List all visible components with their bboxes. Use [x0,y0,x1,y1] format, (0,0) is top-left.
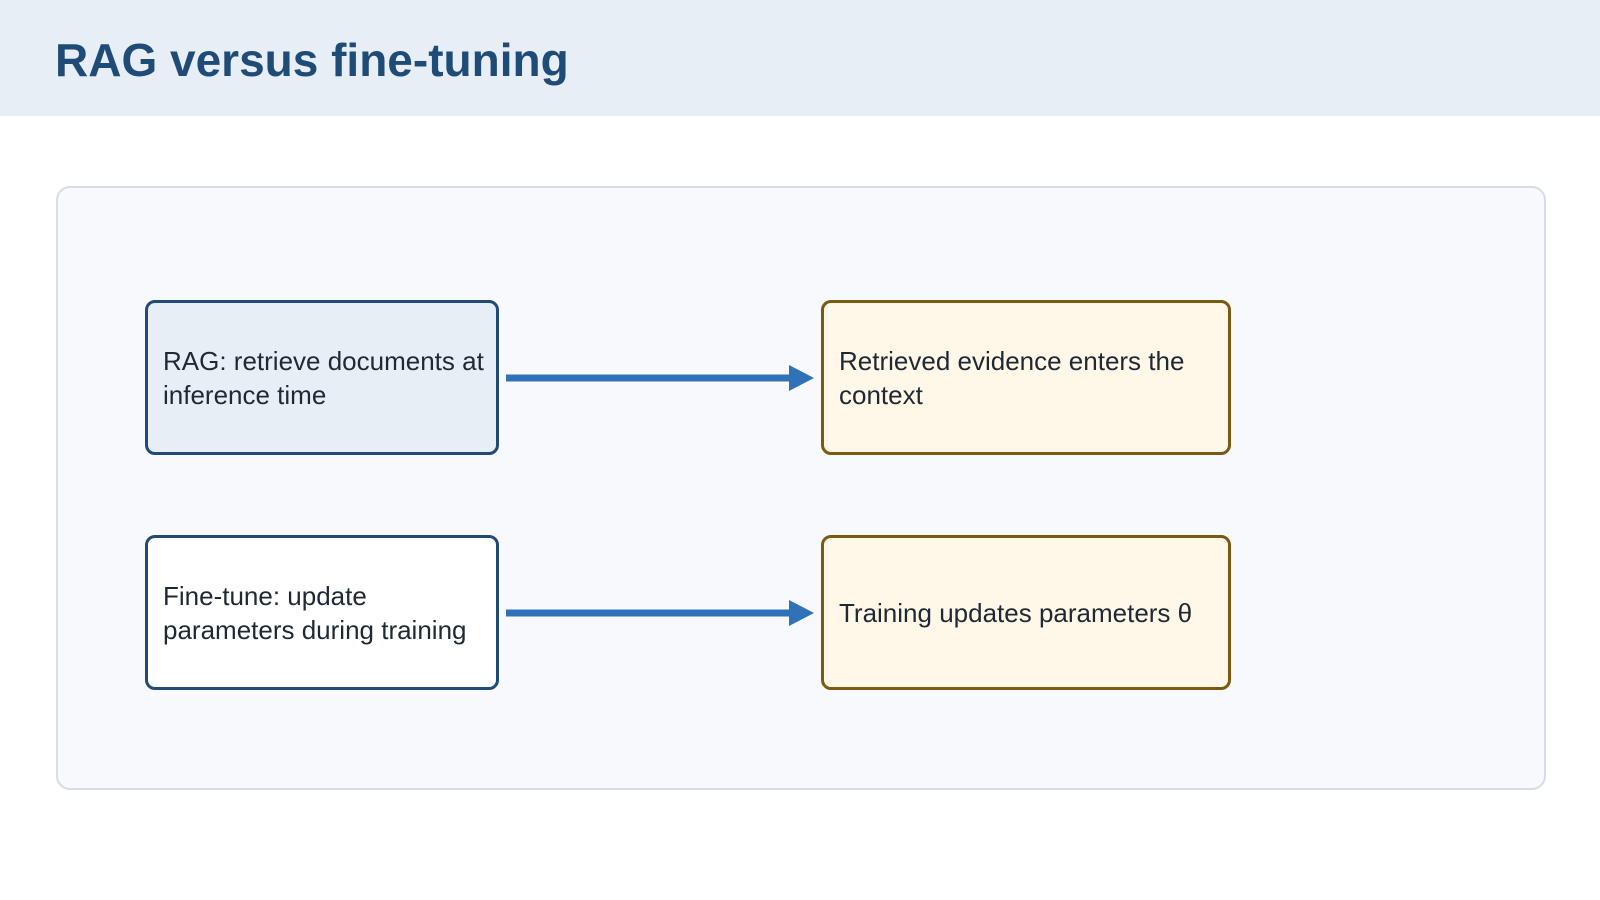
rag-node-label: RAG: retrieve documents at inference tim… [163,345,484,410]
retrieved-evidence-node-label: Retrieved evidence enters the context [839,345,1185,410]
training-updates-node: Training updates parameters θ [821,535,1231,690]
fine-tune-node: Fine-tune: update parameters during trai… [145,535,499,690]
title-bar: RAG versus fine-tuning [0,0,1600,116]
slide-page: RAG versus fine-tuning RAG: retrieve doc… [0,0,1600,900]
retrieved-evidence-node: Retrieved evidence enters the context [821,300,1231,455]
diagram-panel [56,186,1546,790]
page-title: RAG versus fine-tuning [55,34,569,86]
training-updates-node-label: Training updates parameters θ [839,597,1193,628]
rag-node: RAG: retrieve documents at inference tim… [145,300,499,455]
fine-tune-node-label: Fine-tune: update parameters during trai… [163,580,467,645]
